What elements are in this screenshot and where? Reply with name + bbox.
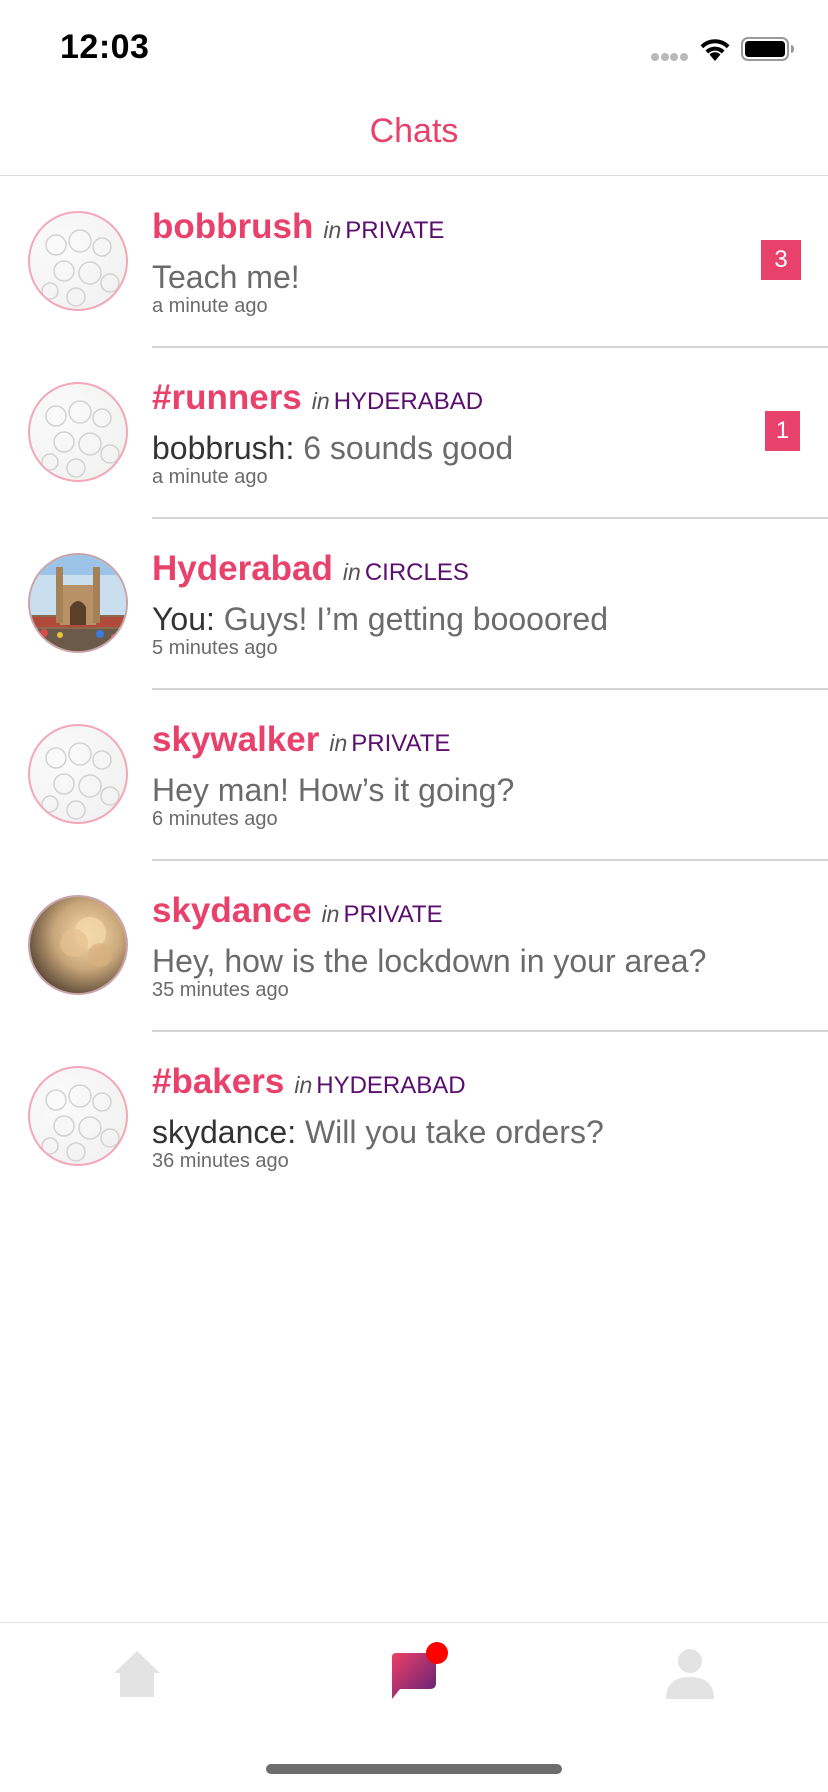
- chat-name: skydance: [152, 891, 312, 930]
- room-name: PRIVATE: [345, 217, 445, 244]
- in-label: in: [342, 559, 361, 585]
- room-name: PRIVATE: [343, 901, 443, 928]
- in-label: in: [323, 217, 342, 243]
- default-avatar-icon: [28, 724, 128, 824]
- chat-list: bobbrush in PRIVATE Teach me! a minute ago…: [0, 177, 828, 1203]
- default-avatar-icon: [28, 382, 128, 482]
- default-avatar-icon: [28, 1066, 128, 1166]
- chat-row-skywalker[interactable]: skywalker in PRIVATE Hey man! How’s it goi…: [0, 690, 828, 861]
- message-sender: bobbrush:: [152, 430, 295, 466]
- unread-badge: 3: [761, 240, 801, 280]
- wifi-icon: [700, 39, 730, 61]
- page-title: Chats: [369, 112, 459, 150]
- tab-profile[interactable]: [630, 1623, 750, 1723]
- in-label: in: [311, 388, 330, 414]
- in-label: in: [294, 1072, 313, 1098]
- message-text: Teach me!: [152, 259, 300, 295]
- last-message: Teach me!: [152, 259, 300, 296]
- chat-name: skywalker: [152, 720, 320, 759]
- room-name: HYDERABAD: [316, 1072, 466, 1099]
- unread-badge: 1: [765, 411, 800, 451]
- home-icon: [114, 1651, 160, 1697]
- chat-row-runners[interactable]: #runners in HYDERABAD bobbrush: 6 sounds g…: [0, 348, 828, 519]
- last-message: Hey, how is the lockdown in your area?: [152, 943, 706, 980]
- chat-row-bobbrush[interactable]: bobbrush in PRIVATE Teach me! a minute ago…: [0, 177, 828, 348]
- in-label: in: [329, 730, 348, 756]
- last-message: bobbrush: 6 sounds good: [152, 430, 513, 467]
- chat-name: bobbrush: [152, 207, 314, 246]
- message-text: Hey, how is the lockdown in your area?: [152, 943, 707, 979]
- home-indicator[interactable]: [266, 1764, 562, 1774]
- room-name: PRIVATE: [351, 730, 451, 757]
- tab-home[interactable]: [78, 1623, 198, 1723]
- message-time: a minute ago: [152, 295, 268, 317]
- profile-icon: [666, 1649, 714, 1699]
- last-message: You: Guys! I’m getting boooored: [152, 601, 608, 638]
- default-avatar-icon: [28, 211, 128, 311]
- chat-row-skydance[interactable]: skydance in PRIVATE Hey, how is the lockdo…: [0, 861, 828, 1032]
- chat-row-bakers[interactable]: #bakers in HYDERABAD skydance: Will you ta…: [0, 1032, 828, 1203]
- in-label: in: [321, 901, 340, 927]
- notification-dot: [426, 1642, 448, 1664]
- chat-name: #bakers: [152, 1062, 285, 1101]
- tab-chats[interactable]: [354, 1623, 474, 1723]
- message-time: 6 minutes ago: [152, 808, 278, 830]
- room-name: HYDERABAD: [333, 388, 484, 415]
- nav-header: Chats: [0, 96, 828, 176]
- chat-name: Hyderabad: [152, 549, 333, 588]
- status-bar: 12:03: [0, 0, 828, 96]
- status-time: 12:03: [60, 28, 150, 66]
- chat-bubble-icon: [392, 1642, 448, 1699]
- room-name: CIRCLES: [364, 559, 469, 586]
- cloud-photo-icon: [28, 895, 128, 995]
- message-text: Hey man! How’s it going?: [152, 772, 515, 808]
- message-text: 6 sounds good: [294, 430, 514, 466]
- message-sender: skydance:: [152, 1114, 297, 1150]
- last-message: Hey man! How’s it going?: [152, 772, 514, 809]
- battery-icon: [741, 37, 794, 61]
- message-text: Guys! I’m getting boooored: [214, 601, 608, 637]
- charminar-photo-icon: [28, 553, 128, 653]
- message-time: 36 minutes ago: [152, 1150, 289, 1172]
- message-sender: You:: [152, 601, 215, 637]
- chat-row-hyderabad[interactable]: Hyderabad in CIRCLES You: Guys! I’m gettin…: [0, 519, 828, 690]
- message-time: 5 minutes ago: [152, 637, 278, 659]
- last-message: skydance: Will you take orders?: [152, 1114, 604, 1151]
- message-text: Will you take orders?: [296, 1114, 604, 1150]
- chats-screen: 12:03 Chats bobbrush in PRIVATE Teach me…: [0, 0, 828, 1792]
- signal-icon: [651, 53, 689, 61]
- message-time: a minute ago: [152, 466, 268, 488]
- chat-name: #runners: [152, 378, 302, 417]
- message-time: 35 minutes ago: [152, 979, 289, 1001]
